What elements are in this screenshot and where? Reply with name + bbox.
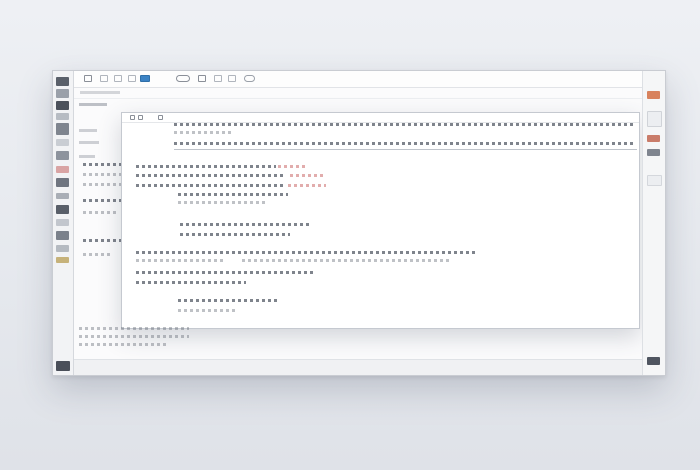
menu-icon[interactable] xyxy=(56,77,69,86)
panel-header xyxy=(122,113,639,123)
text-line xyxy=(136,251,476,254)
highlight-text xyxy=(288,184,326,187)
text-line xyxy=(178,201,268,204)
text-line xyxy=(178,193,288,196)
sidebar-item[interactable] xyxy=(79,141,99,144)
text-line xyxy=(242,259,452,262)
expand-icon[interactable] xyxy=(647,357,660,365)
align-icon[interactable] xyxy=(56,193,69,199)
table-icon[interactable] xyxy=(128,75,136,82)
image-icon[interactable] xyxy=(56,231,69,240)
sidebar-item[interactable] xyxy=(79,129,97,132)
status-icon[interactable] xyxy=(56,361,70,371)
text-line xyxy=(136,259,226,262)
sidebar-item[interactable] xyxy=(79,155,95,158)
settings-icon[interactable] xyxy=(647,149,660,156)
text-line xyxy=(136,281,246,284)
chart-icon[interactable] xyxy=(56,245,69,252)
text-line xyxy=(136,184,286,187)
text-line xyxy=(180,223,310,226)
text-line xyxy=(83,173,123,176)
highlight-text xyxy=(278,165,308,168)
doc-icon[interactable] xyxy=(647,175,662,186)
text-icon[interactable] xyxy=(100,75,108,82)
text-line xyxy=(178,309,238,312)
share-icon[interactable] xyxy=(647,91,660,99)
pen-icon[interactable] xyxy=(56,123,69,135)
flag-icon[interactable] xyxy=(56,166,69,173)
settings-icon[interactable] xyxy=(158,115,163,120)
cloud-icon[interactable] xyxy=(244,75,255,82)
back-icon[interactable] xyxy=(130,115,135,120)
highlight-text xyxy=(290,174,324,177)
forward-icon[interactable] xyxy=(138,115,143,120)
clock-icon[interactable] xyxy=(228,75,236,82)
text-line xyxy=(180,233,290,236)
text-line xyxy=(83,183,123,186)
home-icon[interactable] xyxy=(56,89,69,98)
select-icon[interactable] xyxy=(56,101,69,110)
chart-icon[interactable] xyxy=(214,75,222,82)
text-line xyxy=(178,299,278,302)
ruler xyxy=(74,88,642,99)
sidebar-item[interactable] xyxy=(79,103,107,106)
header-row xyxy=(174,142,636,145)
grid-icon[interactable] xyxy=(84,75,92,82)
grid-icon[interactable] xyxy=(56,219,69,226)
note-icon[interactable] xyxy=(647,111,662,127)
list-icon[interactable] xyxy=(56,113,69,120)
font-icon[interactable] xyxy=(56,205,69,214)
link-icon[interactable] xyxy=(140,75,150,82)
status-bar xyxy=(74,359,642,375)
document-panel xyxy=(121,112,640,329)
shape-icon[interactable] xyxy=(176,75,190,82)
text-line xyxy=(83,199,123,202)
main-toolbar xyxy=(74,71,642,88)
subheader-row xyxy=(174,131,234,134)
text-line xyxy=(83,239,123,242)
text-line xyxy=(136,271,316,274)
text-line xyxy=(83,163,123,166)
right-tool-rail xyxy=(642,71,665,375)
left-tool-rail xyxy=(53,71,74,375)
text-line xyxy=(136,174,286,177)
layers-icon[interactable] xyxy=(56,139,69,146)
header-row xyxy=(174,123,634,126)
app-window xyxy=(52,70,666,376)
text-line xyxy=(83,253,113,256)
comment-icon[interactable] xyxy=(198,75,206,82)
star-icon[interactable] xyxy=(56,257,69,263)
text-line xyxy=(83,211,119,214)
shape-icon[interactable] xyxy=(56,178,69,187)
image-icon[interactable] xyxy=(114,75,122,82)
table-icon[interactable] xyxy=(56,151,69,160)
image-icon[interactable] xyxy=(647,135,660,142)
text-line xyxy=(136,165,276,168)
